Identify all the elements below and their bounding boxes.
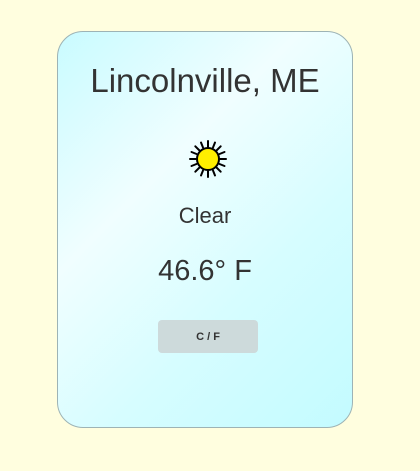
weather-card: Lincolnville, ME Clear 46.6° F C / F <box>57 31 353 428</box>
sun-icon <box>189 140 227 178</box>
location-title: Lincolnville, ME <box>90 62 320 99</box>
temperature-value: 46.6° F <box>158 255 252 287</box>
unit-toggle-button[interactable]: C / F <box>158 320 258 353</box>
weather-condition: Clear <box>178 203 232 228</box>
